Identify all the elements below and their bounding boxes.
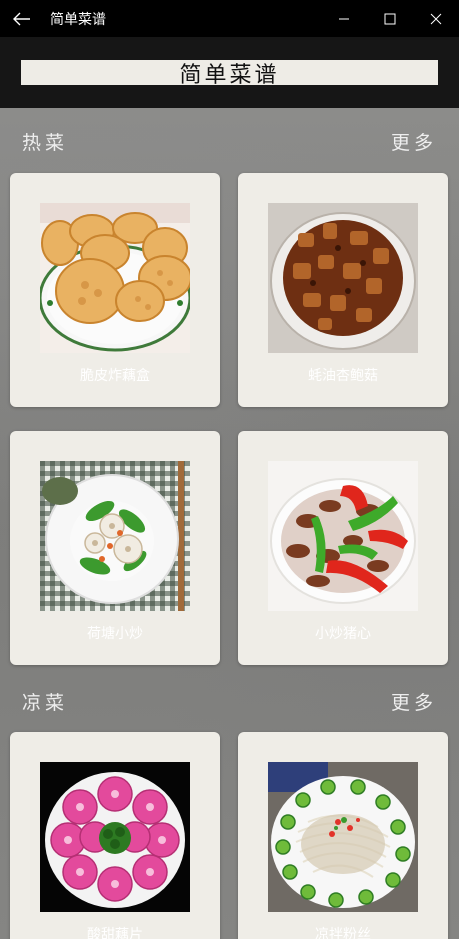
window-title: 简单菜谱	[50, 11, 106, 28]
minimize-icon	[339, 18, 349, 19]
section-hot-dishes: 热菜 更多	[0, 128, 459, 158]
recipe-card[interactable]: 凉拌粉丝	[238, 732, 448, 939]
more-link[interactable]: 更多	[391, 128, 437, 155]
section-title: 热菜	[22, 132, 69, 154]
back-button[interactable]	[0, 0, 44, 37]
lotus-pond-stir-fry-image	[40, 461, 190, 611]
close-icon	[430, 13, 442, 24]
recipe-card[interactable]: 小炒猪心	[238, 431, 448, 665]
recipe-name: 蚝油杏鲍菇	[308, 368, 378, 384]
recipe-name: 酸甜藕片	[87, 927, 143, 939]
recipe-card[interactable]: 荷塘小炒	[10, 431, 220, 665]
recipe-name: 小炒猪心	[315, 626, 371, 642]
sweet-sour-lotus-slices-image	[40, 762, 190, 912]
window-titlebar: 简单菜谱	[0, 0, 459, 37]
minimize-button[interactable]	[321, 0, 367, 37]
stir-fried-pork-heart-image	[268, 461, 418, 611]
main-content[interactable]: 热菜 更多 脆皮炸藕盒 蚝油杏鲍菇 荷塘小炒 小炒猪心 凉菜 更多 酸甜藕片 凉…	[0, 108, 459, 939]
maximize-icon	[384, 13, 396, 24]
maximize-button[interactable]	[367, 0, 413, 37]
app-header: 简单菜谱	[0, 37, 459, 108]
more-link[interactable]: 更多	[391, 688, 437, 715]
recipe-card[interactable]: 蚝油杏鲍菇	[238, 173, 448, 407]
close-button[interactable]	[413, 0, 459, 37]
recipe-name: 凉拌粉丝	[315, 927, 371, 939]
section-title: 凉菜	[22, 692, 69, 714]
recipe-name: 脆皮炸藕盒	[80, 368, 150, 384]
cold-vermicelli-salad-image	[268, 762, 418, 912]
page-title: 简单菜谱	[21, 60, 438, 88]
fried-lotus-root-cakes-image	[40, 203, 190, 353]
section-cold-dishes: 凉菜 更多	[0, 688, 459, 718]
oyster-sauce-mushroom-image	[268, 203, 418, 353]
recipe-name: 荷塘小炒	[87, 626, 143, 642]
recipe-card[interactable]: 酸甜藕片	[10, 732, 220, 939]
recipe-card[interactable]: 脆皮炸藕盒	[10, 173, 220, 407]
arrow-left-icon	[13, 12, 30, 25]
